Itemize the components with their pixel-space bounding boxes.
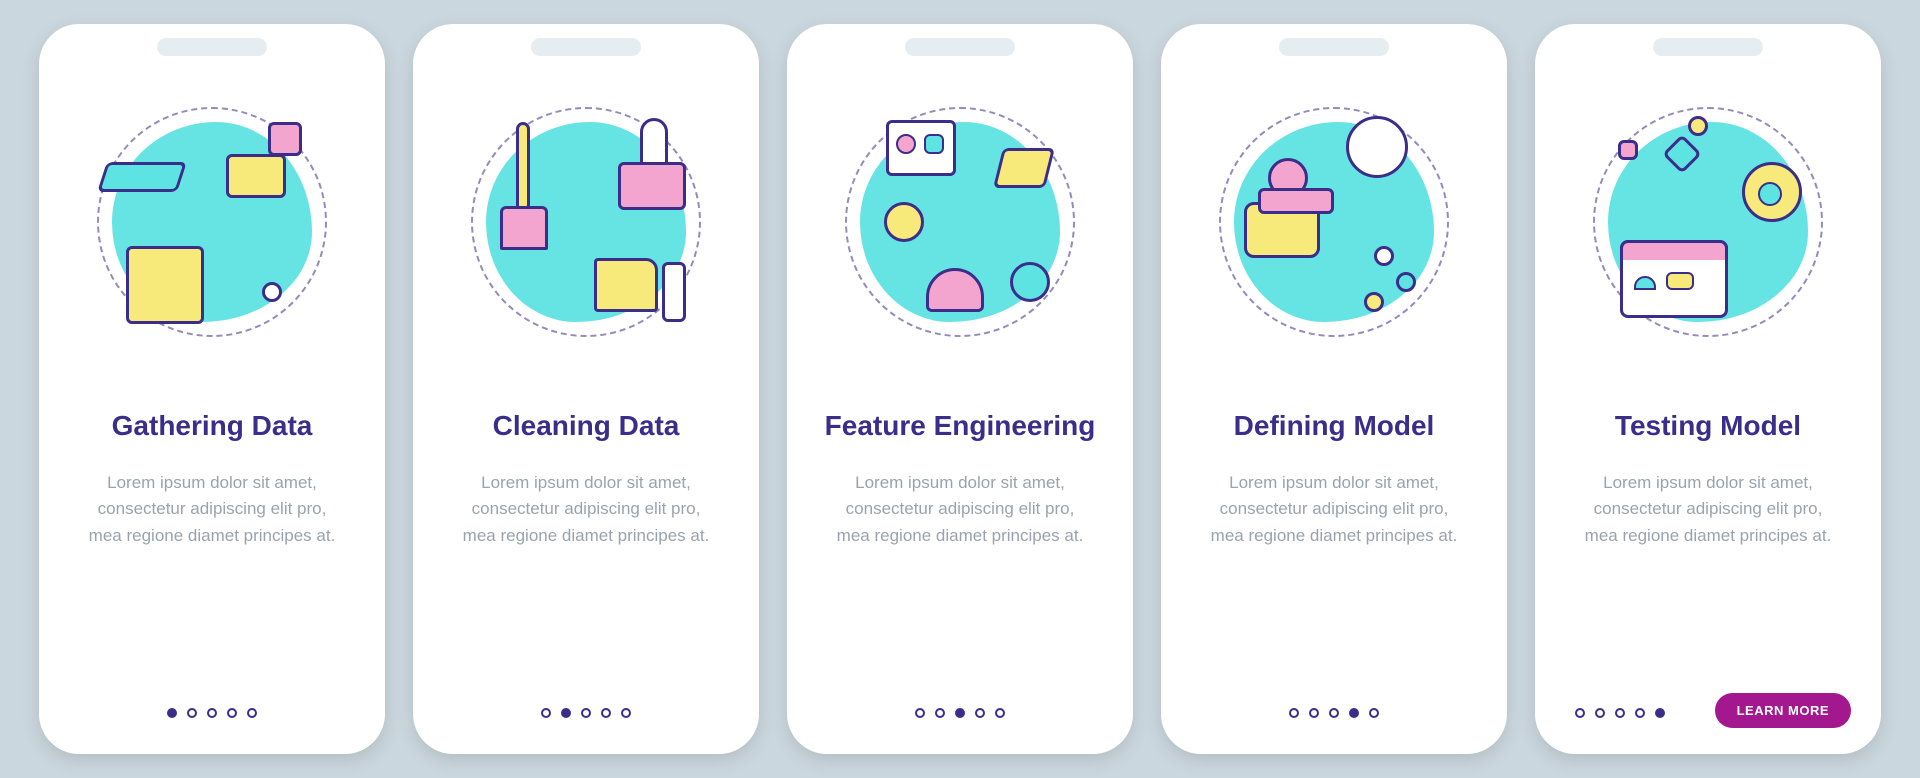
screen-description: Lorem ipsum dolor sit amet, consectetur … [1578,470,1838,549]
pagination-dot[interactable] [187,708,197,718]
pagination-dots [1575,708,1665,718]
screen-description: Lorem ipsum dolor sit amet, consectetur … [830,470,1090,549]
pagination-dot[interactable] [975,708,985,718]
learn-more-button[interactable]: LEARN MORE [1715,693,1851,728]
pagination-dots [167,708,257,718]
pagination-dot[interactable] [561,708,571,718]
pagination-dot[interactable] [915,708,925,718]
pagination-dot[interactable] [1655,708,1665,718]
pagination-dots [915,708,1005,718]
screen-title: Testing Model [1615,410,1801,442]
screen-description: Lorem ipsum dolor sit amet, consectetur … [456,470,716,549]
pagination-dot[interactable] [581,708,591,718]
pagination-dot[interactable] [207,708,217,718]
pagination-dot[interactable] [1575,708,1585,718]
pagination-dot[interactable] [621,708,631,718]
onboarding-screen-4: Defining Model Lorem ipsum dolor sit ame… [1161,24,1507,754]
screen-title: Gathering Data [112,410,313,442]
pagination-dot[interactable] [1595,708,1605,718]
onboarding-screen-5: Testing Model Lorem ipsum dolor sit amet… [1535,24,1881,754]
shapes-funnel-icon [830,92,1090,352]
pagination-dot[interactable] [1349,708,1359,718]
pagination-dot[interactable] [541,708,551,718]
pagination-dot[interactable] [1289,708,1299,718]
pagination-dot[interactable] [167,708,177,718]
pagination-dot[interactable] [227,708,237,718]
network-magnifier-icon [1204,92,1464,352]
pagination-dot[interactable] [1329,708,1339,718]
flowchart-dashboard-icon [1578,92,1838,352]
screen-title: Feature Engineering [825,410,1096,442]
onboarding-screen-3: Feature Engineering Lorem ipsum dolor si… [787,24,1133,754]
pagination-dot[interactable] [935,708,945,718]
pagination-dots [1289,708,1379,718]
pagination-dot[interactable] [601,708,611,718]
pagination-dot[interactable] [995,708,1005,718]
pagination-dot[interactable] [1635,708,1645,718]
pagination-dot[interactable] [247,708,257,718]
screen-title: Cleaning Data [493,410,680,442]
broom-wrench-icon [456,92,716,352]
onboarding-screen-1: Gathering Data Lorem ipsum dolor sit ame… [39,24,385,754]
screen-description: Lorem ipsum dolor sit amet, consectetur … [82,470,342,549]
pagination-dot[interactable] [955,708,965,718]
onboarding-screen-2: Cleaning Data Lorem ipsum dolor sit amet… [413,24,759,754]
funnel-data-icon [82,92,342,352]
pagination-dot[interactable] [1615,708,1625,718]
pagination-dots [541,708,631,718]
pagination-dot[interactable] [1309,708,1319,718]
screen-title: Defining Model [1234,410,1435,442]
pagination-dot[interactable] [1369,708,1379,718]
screen-description: Lorem ipsum dolor sit amet, consectetur … [1204,470,1464,549]
